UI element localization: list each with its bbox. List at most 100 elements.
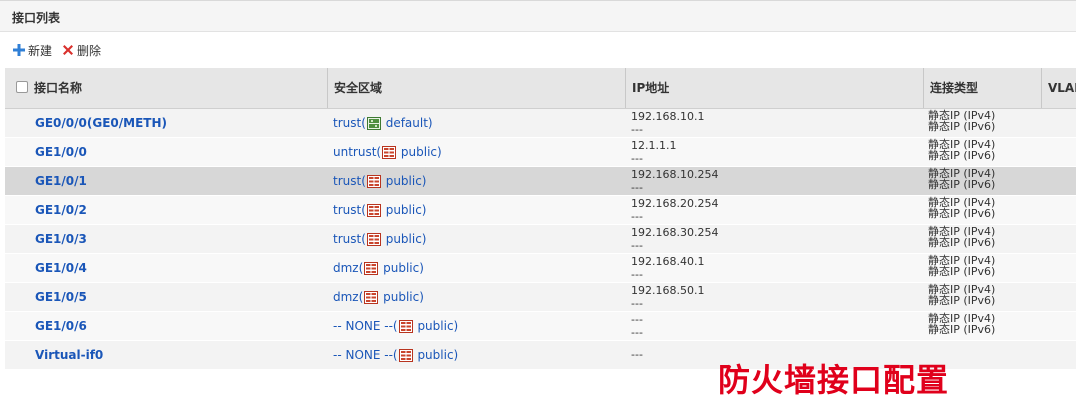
security-zone-cell: dmz( public) bbox=[327, 254, 624, 282]
ipv4-address: 192.168.50.1 bbox=[631, 284, 705, 297]
zone-link[interactable]: trust( bbox=[333, 232, 366, 246]
col-header-vlan[interactable]: VLAN bbox=[1041, 68, 1076, 108]
ipv6-address: --- bbox=[631, 123, 643, 136]
security-zone-cell: dmz( public) bbox=[327, 283, 624, 311]
col-header-conn-type[interactable]: 连接类型 bbox=[923, 68, 1041, 108]
interface-name-link[interactable]: GE1/0/4 bbox=[28, 254, 327, 282]
toolbar: 新建 删除 bbox=[0, 32, 1076, 68]
table-row[interactable]: GE0/0/0(GE0/METH) trust( default) 192.16… bbox=[5, 109, 1076, 138]
ipv6-address: --- bbox=[631, 326, 643, 339]
ip-address-cell: 192.168.50.1 --- bbox=[625, 283, 923, 311]
vsys-link[interactable]: public) bbox=[382, 203, 427, 217]
security-zone-cell: -- NONE --( public) bbox=[327, 312, 624, 340]
interface-name-link[interactable]: GE1/0/6 bbox=[28, 312, 327, 340]
ipv6-address: --- bbox=[631, 181, 643, 194]
zone-link[interactable]: trust( bbox=[333, 116, 366, 130]
connection-type-ipv6: 静态IP (IPv6) bbox=[928, 120, 996, 133]
vsys-public-icon bbox=[366, 204, 381, 220]
connection-type-ipv6: 静态IP (IPv6) bbox=[928, 149, 996, 162]
ip-address-cell: 192.168.30.254 --- bbox=[625, 225, 923, 253]
security-zone-cell: trust( public) bbox=[327, 225, 624, 253]
connection-type-cell: 静态IP (IPv4) 静态IP (IPv6) bbox=[923, 167, 1041, 195]
connection-type-ipv6: 静态IP (IPv6) bbox=[928, 207, 996, 220]
ipv4-address: --- bbox=[631, 313, 643, 326]
interface-name-link[interactable]: GE1/0/3 bbox=[28, 225, 327, 253]
ipv4-address: 192.168.10.254 bbox=[631, 168, 719, 181]
ipv4-address: 12.1.1.1 bbox=[631, 139, 677, 152]
connection-type-cell: 静态IP (IPv4) 静态IP (IPv6) bbox=[923, 196, 1041, 224]
ip-address-cell: 12.1.1.1 --- bbox=[625, 138, 923, 166]
security-zone-cell: -- NONE --( public) bbox=[327, 341, 624, 369]
ipv6-address: --- bbox=[631, 152, 643, 165]
interface-table: 接口名称 安全区域 IP地址 连接类型 VLAN GE0/0/0(GE0/MET… bbox=[5, 68, 1076, 370]
vsys-public-icon bbox=[366, 175, 381, 191]
vsys-public-icon bbox=[398, 349, 413, 365]
plus-icon bbox=[13, 44, 25, 56]
security-zone-cell: trust( public) bbox=[327, 196, 624, 224]
interface-name-link[interactable]: GE0/0/0(GE0/METH) bbox=[28, 109, 327, 137]
vsys-link[interactable]: public) bbox=[382, 232, 427, 246]
zone-link[interactable]: untrust( bbox=[333, 145, 381, 159]
interface-name-link[interactable]: GE1/0/2 bbox=[28, 196, 327, 224]
vsys-link[interactable]: public) bbox=[414, 348, 458, 362]
delete-button[interactable]: 删除 bbox=[61, 42, 101, 58]
vsys-link[interactable]: public) bbox=[379, 290, 424, 304]
ip-address-cell: --- --- bbox=[625, 312, 923, 340]
security-zone-cell: trust( public) bbox=[327, 167, 624, 195]
table-row[interactable]: GE1/0/2 trust( public) 192.168.20.254 --… bbox=[5, 196, 1076, 225]
connection-type-cell: 静态IP (IPv4) 静态IP (IPv6) bbox=[923, 225, 1041, 253]
ipv6-address: --- bbox=[631, 297, 643, 310]
vsys-link[interactable]: default) bbox=[382, 116, 433, 130]
vsys-public-icon bbox=[382, 146, 397, 162]
interface-name-link[interactable]: GE1/0/5 bbox=[28, 283, 327, 311]
delete-button-label: 删除 bbox=[77, 43, 102, 58]
table-row[interactable]: GE1/0/3 trust( public) 192.168.30.254 --… bbox=[5, 225, 1076, 254]
connection-type-cell: 静态IP (IPv4) 静态IP (IPv6) bbox=[923, 254, 1041, 282]
panel-title-bar: 接口列表 bbox=[0, 0, 1076, 32]
col-header-name[interactable]: 接口名称 bbox=[28, 68, 327, 108]
security-zone-cell: trust( default) bbox=[327, 109, 624, 137]
zone-link[interactable]: trust( bbox=[333, 174, 366, 188]
watermark-text: 防火墙接口配置 bbox=[718, 361, 950, 399]
table-row[interactable]: GE1/0/0 untrust( public) 12.1.1.1 --- 静态… bbox=[5, 138, 1076, 167]
vsys-public-icon bbox=[364, 262, 379, 278]
vsys-link[interactable]: public) bbox=[382, 174, 427, 188]
panel-title: 接口列表 bbox=[12, 11, 61, 25]
vsys-public-icon bbox=[364, 291, 379, 307]
ip-address-cell: 192.168.20.254 --- bbox=[625, 196, 923, 224]
new-button[interactable]: 新建 bbox=[12, 42, 52, 58]
zone-link[interactable]: dmz( bbox=[333, 261, 363, 275]
col-header-zone[interactable]: 安全区域 bbox=[327, 68, 625, 108]
table-row[interactable]: GE1/0/6 -- NONE --( public) --- --- 静态IP… bbox=[5, 312, 1076, 341]
table-header: 接口名称 安全区域 IP地址 连接类型 VLAN bbox=[5, 68, 1076, 109]
zone-link[interactable]: trust( bbox=[333, 203, 366, 217]
ipv6-address: --- bbox=[631, 210, 643, 223]
connection-type-cell: 静态IP (IPv4) 静态IP (IPv6) bbox=[923, 283, 1041, 311]
zone-link[interactable]: -- NONE --( bbox=[333, 348, 398, 362]
vsys-link[interactable]: public) bbox=[379, 261, 424, 275]
vsys-link[interactable]: public) bbox=[397, 145, 442, 159]
interface-name-link[interactable]: GE1/0/1 bbox=[28, 167, 327, 195]
ipv6-address: --- bbox=[631, 239, 643, 252]
table-row[interactable]: GE1/0/1 trust( public) 192.168.10.254 --… bbox=[5, 167, 1076, 196]
table-row[interactable]: GE1/0/5 dmz( public) 192.168.50.1 --- 静态… bbox=[5, 283, 1076, 312]
ipv4-address: 192.168.20.254 bbox=[631, 197, 719, 210]
vsys-public-icon bbox=[398, 320, 413, 336]
ipv6-address: --- bbox=[631, 268, 643, 281]
interface-name-link[interactable]: GE1/0/0 bbox=[28, 138, 327, 166]
col-header-ip[interactable]: IP地址 bbox=[625, 68, 923, 108]
select-all-checkbox[interactable] bbox=[16, 81, 28, 93]
interface-name-link[interactable]: Virtual-if0 bbox=[28, 341, 327, 369]
connection-type-cell: 静态IP (IPv4) 静态IP (IPv6) bbox=[923, 138, 1041, 166]
zone-link[interactable]: dmz( bbox=[333, 290, 363, 304]
vsys-link[interactable]: public) bbox=[414, 319, 458, 333]
connection-type-ipv6: 静态IP (IPv6) bbox=[928, 323, 996, 336]
zone-link[interactable]: -- NONE --( bbox=[333, 319, 398, 333]
ipv4-address: 192.168.40.1 bbox=[631, 255, 705, 268]
connection-type-cell: 静态IP (IPv4) 静态IP (IPv6) bbox=[923, 109, 1041, 137]
connection-type-ipv6: 静态IP (IPv6) bbox=[928, 236, 996, 249]
ip-address-cell: 192.168.40.1 --- bbox=[625, 254, 923, 282]
table-row[interactable]: GE1/0/4 dmz( public) 192.168.40.1 --- 静态… bbox=[5, 254, 1076, 283]
connection-type-cell: 静态IP (IPv4) 静态IP (IPv6) bbox=[923, 312, 1041, 340]
connection-type-ipv6: 静态IP (IPv6) bbox=[928, 265, 996, 278]
